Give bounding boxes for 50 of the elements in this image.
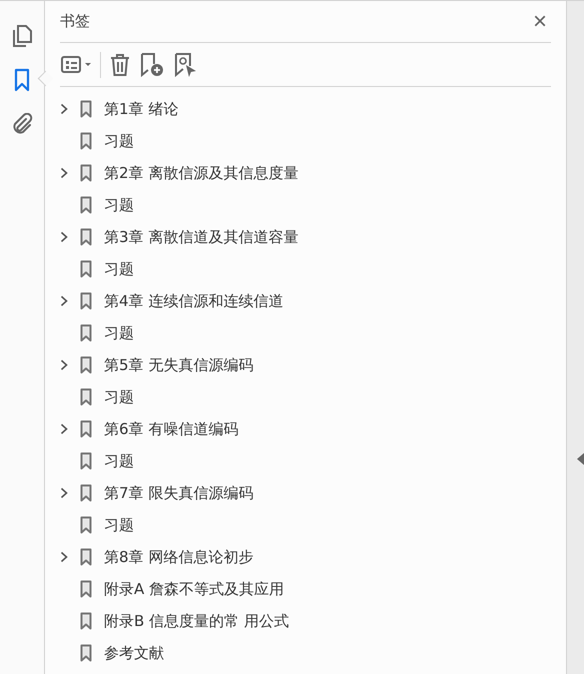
bookmark-icon [80, 484, 92, 502]
bookmark-icon [80, 388, 92, 406]
expand-chevron-icon[interactable] [60, 295, 68, 307]
panel-title: 书签 [60, 12, 90, 31]
bookmark-item[interactable]: 第6章 有噪信道编码 [104, 420, 238, 438]
bookmark-icon [80, 516, 92, 534]
expand-chevron-icon[interactable] [60, 103, 68, 115]
bookmark-icon [80, 612, 92, 630]
bookmark-item[interactable]: 习题 [104, 324, 134, 342]
bookmark-icon [80, 548, 92, 566]
bookmark-item[interactable]: 第8章 网络信息论初步 [104, 548, 254, 566]
bookmark-item[interactable]: 附录B 信息度量的常 用公式 [104, 612, 289, 630]
bookmark-item[interactable]: 第7章 限失真信源编码 [104, 484, 254, 502]
bookmark-icon [80, 420, 92, 438]
expand-chevron-icon[interactable] [60, 487, 68, 499]
trash-icon[interactable] [109, 52, 131, 76]
expand-chevron-icon[interactable] [60, 359, 68, 371]
bookmark-item[interactable]: 附录A 詹森不等式及其应用 [104, 580, 284, 598]
expand-chevron-icon[interactable] [60, 231, 68, 243]
bookmark-item[interactable]: 习题 [104, 132, 134, 150]
bookmark-item[interactable]: 习题 [104, 516, 134, 534]
collapse-arrow-icon[interactable] [577, 452, 584, 464]
bookmark-item[interactable]: 习题 [104, 196, 134, 214]
bookmark-item[interactable]: 习题 [104, 388, 134, 406]
bookmark-icon [80, 100, 92, 118]
bookmark-item[interactable]: 第1章 绪论 [104, 100, 178, 118]
bookmark-icon [80, 580, 92, 598]
expand-chevron-icon[interactable] [60, 167, 68, 179]
bookmark-icon [80, 644, 92, 662]
bookmark-icon [80, 356, 92, 374]
expand-chevron-icon[interactable] [60, 551, 68, 563]
bookmark-item[interactable]: 习题 [104, 452, 134, 470]
bookmark-icon [80, 196, 92, 214]
bookmark-item[interactable]: 参考文献 [104, 644, 164, 662]
bookmark-item[interactable]: 第4章 连续信源和连续信道 [104, 292, 284, 310]
bookmark-item[interactable]: 习题 [104, 260, 134, 278]
bookmark-item[interactable]: 第3章 离散信道及其信道容量 [104, 228, 298, 246]
close-button[interactable]: × [528, 10, 551, 34]
bookmark-item[interactable]: 第5章 无失真信源编码 [104, 356, 254, 374]
bookmark-icon [80, 324, 92, 342]
bookmark-icon [80, 132, 92, 150]
add-bookmark-icon[interactable] [139, 52, 165, 78]
expand-chevron-icon[interactable] [60, 423, 68, 435]
bookmark-item[interactable]: 第2章 离散信源及其信息度量 [104, 164, 298, 182]
options-menu-icon[interactable] [60, 54, 92, 76]
bookmark-icon [80, 452, 92, 470]
bookmark-icon [80, 228, 92, 246]
bookmark-icon [80, 292, 92, 310]
bookmark-icon [80, 164, 92, 182]
bookmark-icon [80, 260, 92, 278]
